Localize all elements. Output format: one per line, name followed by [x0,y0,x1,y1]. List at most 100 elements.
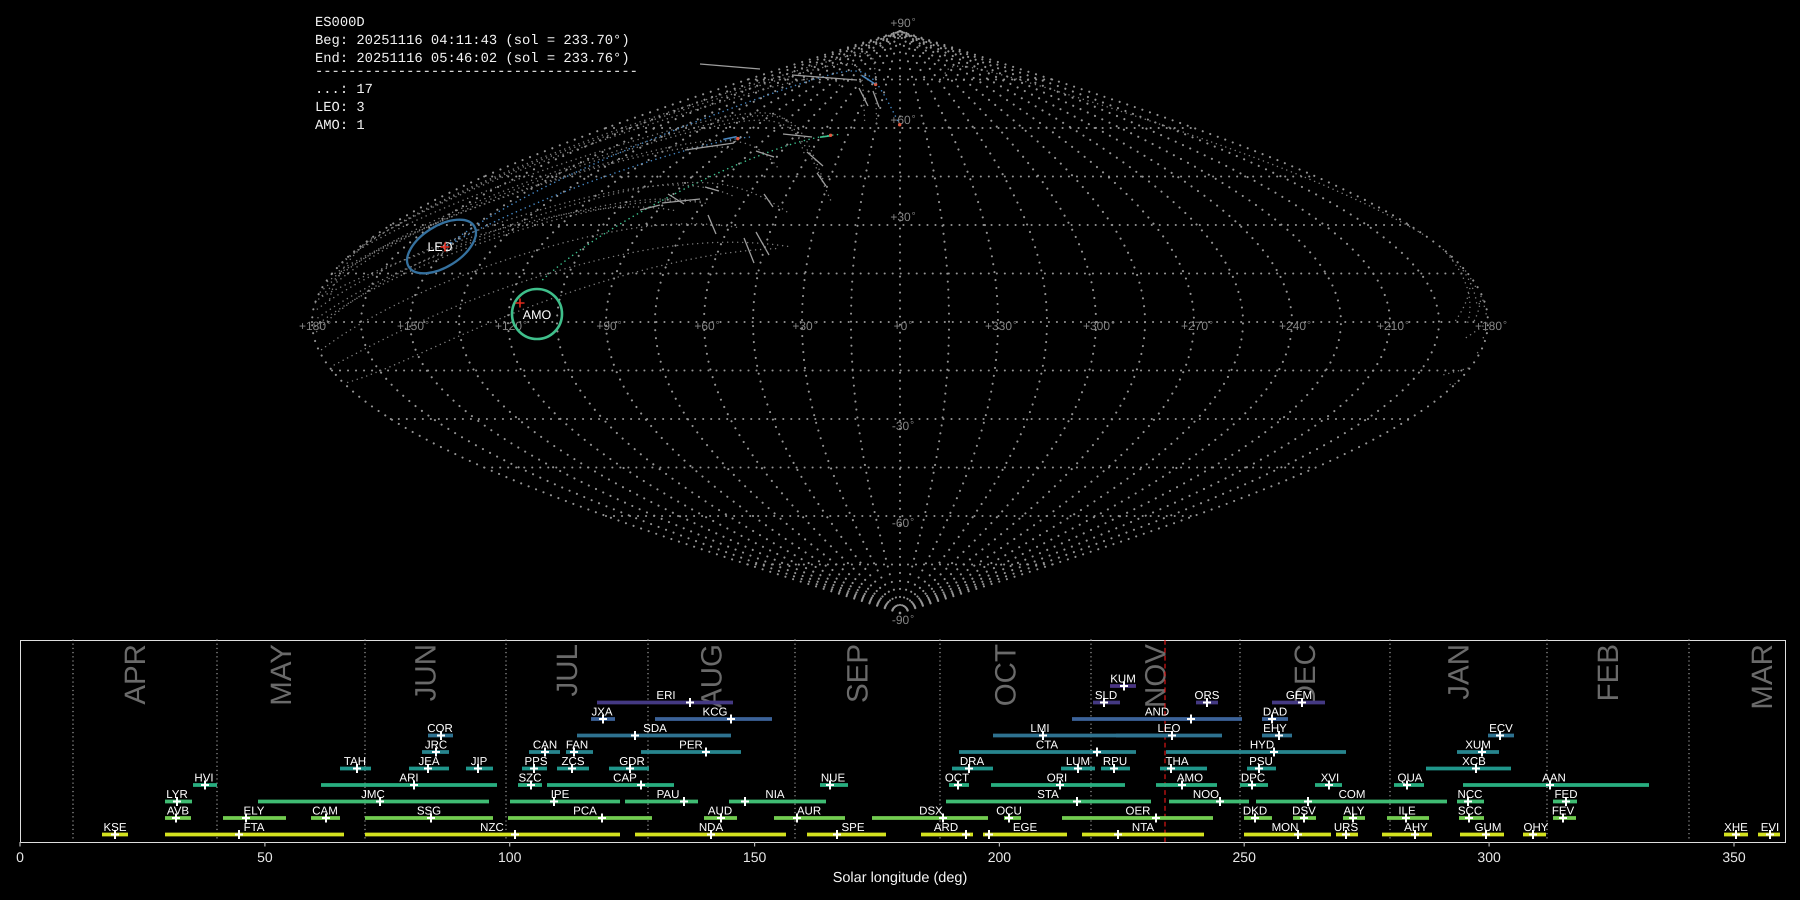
svg-text:EVI: EVI [1761,822,1780,834]
svg-text:QUA: QUA [1398,773,1423,785]
svg-text:PAU: PAU [657,789,680,801]
svg-text:ELY: ELY [244,806,265,818]
svg-text:NOV: NOV [1140,644,1173,708]
svg-text:DSV: DSV [1292,806,1316,818]
svg-text:NIA: NIA [765,789,785,801]
svg-text:EGE: EGE [1013,822,1038,834]
svg-text:AVB: AVB [167,806,189,818]
svg-text:HVI: HVI [194,773,213,785]
svg-text:ILE: ILE [1398,806,1416,818]
svg-text:RPU: RPU [1103,756,1127,768]
svg-text:COM: COM [1339,789,1366,801]
svg-text:OCU: OCU [996,806,1022,818]
svg-text:XVI: XVI [1321,773,1340,785]
svg-text:LEO: 3: LEO: 3 [315,101,365,116]
svg-text:MAR: MAR [1746,644,1779,710]
svg-text:OER: OER [1126,806,1151,818]
svg-text:+300°: +300° [1083,319,1115,333]
svg-text:AUG: AUG [696,644,729,708]
svg-text:GUM: GUM [1475,822,1502,834]
svg-text:+30°: +30° [792,319,817,333]
svg-text:ORI: ORI [1047,773,1067,785]
svg-text:JEA: JEA [418,756,439,768]
svg-text:OHY: OHY [1524,822,1549,834]
svg-text:+210°: +210° [1377,319,1409,333]
svg-text:DKD: DKD [1243,806,1267,818]
svg-text:ARD: ARD [934,822,958,834]
svg-text:+0°: +0° [894,319,913,333]
svg-text:DRA: DRA [960,756,985,768]
svg-text:DPC: DPC [1241,773,1265,785]
svg-text:LUM: LUM [1066,756,1090,768]
svg-text:PCA: PCA [573,806,597,818]
svg-text:DSX: DSX [919,806,943,818]
svg-text:PER: PER [679,740,703,752]
svg-text:-60°: -60° [892,516,914,530]
svg-text:SEP: SEP [842,644,875,703]
svg-text:GEM: GEM [1286,690,1312,702]
svg-text:AUR: AUR [797,806,821,818]
svg-text:PSU: PSU [1249,756,1273,768]
svg-text:ES000D: ES000D [315,16,365,31]
svg-text:NDA: NDA [699,822,724,834]
svg-text:JXA: JXA [591,707,612,719]
svg-text:MON: MON [1272,822,1299,834]
svg-text:COR: COR [427,723,453,735]
svg-text:CAN: CAN [533,740,557,752]
svg-text:THA: THA [1166,756,1189,768]
svg-text:NCC: NCC [1458,789,1483,801]
svg-text:SPE: SPE [841,822,864,834]
svg-text:KSE: KSE [103,822,126,834]
svg-text:MAY: MAY [265,644,298,706]
svg-text:ARI: ARI [399,773,418,785]
svg-text:SDA: SDA [643,723,667,735]
svg-text:JRC: JRC [425,740,447,752]
svg-text:AMO: 1: AMO: 1 [315,119,365,134]
svg-text:TAH: TAH [344,756,366,768]
svg-text:ZCS: ZCS [562,756,585,768]
svg-text:AUD: AUD [708,806,732,818]
svg-text:+90°: +90° [596,319,621,333]
svg-text:+90°: +90° [890,16,915,30]
svg-text:SZC: SZC [519,773,542,785]
svg-text:CTA: CTA [1036,740,1058,752]
svg-text:FEB: FEB [1592,644,1625,701]
svg-text:ALY: ALY [1344,806,1365,818]
svg-text:JAN: JAN [1443,644,1476,700]
svg-text:OCT: OCT [945,773,969,785]
svg-text:LYR: LYR [166,789,188,801]
svg-text:HYD: HYD [1250,740,1274,752]
svg-text:OCT: OCT [990,644,1023,706]
svg-text:AND: AND [1145,707,1169,719]
svg-text:JIP: JIP [471,756,488,768]
svg-text:XUM: XUM [1465,740,1491,752]
svg-text:IPE: IPE [551,789,570,801]
svg-text:ORS: ORS [1195,690,1220,702]
svg-text:Solar longitude (deg): Solar longitude (deg) [833,870,968,886]
svg-text:NUE: NUE [821,773,846,785]
svg-text:EHY: EHY [1263,723,1287,735]
svg-text:50: 50 [257,849,273,865]
svg-text:SSG: SSG [417,806,441,818]
svg-text:FED: FED [1555,789,1578,801]
svg-text:DAD: DAD [1263,707,1287,719]
svg-text:FAN: FAN [566,740,588,752]
svg-text:AAN: AAN [1542,773,1566,785]
svg-text:SCC: SCC [1458,806,1482,818]
svg-text:ECV: ECV [1489,723,1513,735]
svg-text:-90°: -90° [892,613,914,627]
svg-text:XHE: XHE [1724,822,1748,834]
svg-text:Beg: 20251116 04:11:43 (sol =: Beg: 20251116 04:11:43 (sol = 233.70°) [315,34,630,49]
svg-text:+60°: +60° [890,113,915,127]
svg-text:LEO: LEO [1157,723,1180,735]
svg-text:+240°: +240° [1279,319,1311,333]
svg-text:CAM: CAM [312,806,338,818]
svg-text:SLD: SLD [1095,690,1117,702]
svg-text:150: 150 [743,849,767,865]
svg-text:100: 100 [498,849,522,865]
svg-text:ERI: ERI [656,690,675,702]
svg-text:NOO: NOO [1193,789,1219,801]
svg-text:LMI: LMI [1030,723,1049,735]
svg-text:-30°: -30° [892,419,914,433]
svg-text:200: 200 [988,849,1012,865]
